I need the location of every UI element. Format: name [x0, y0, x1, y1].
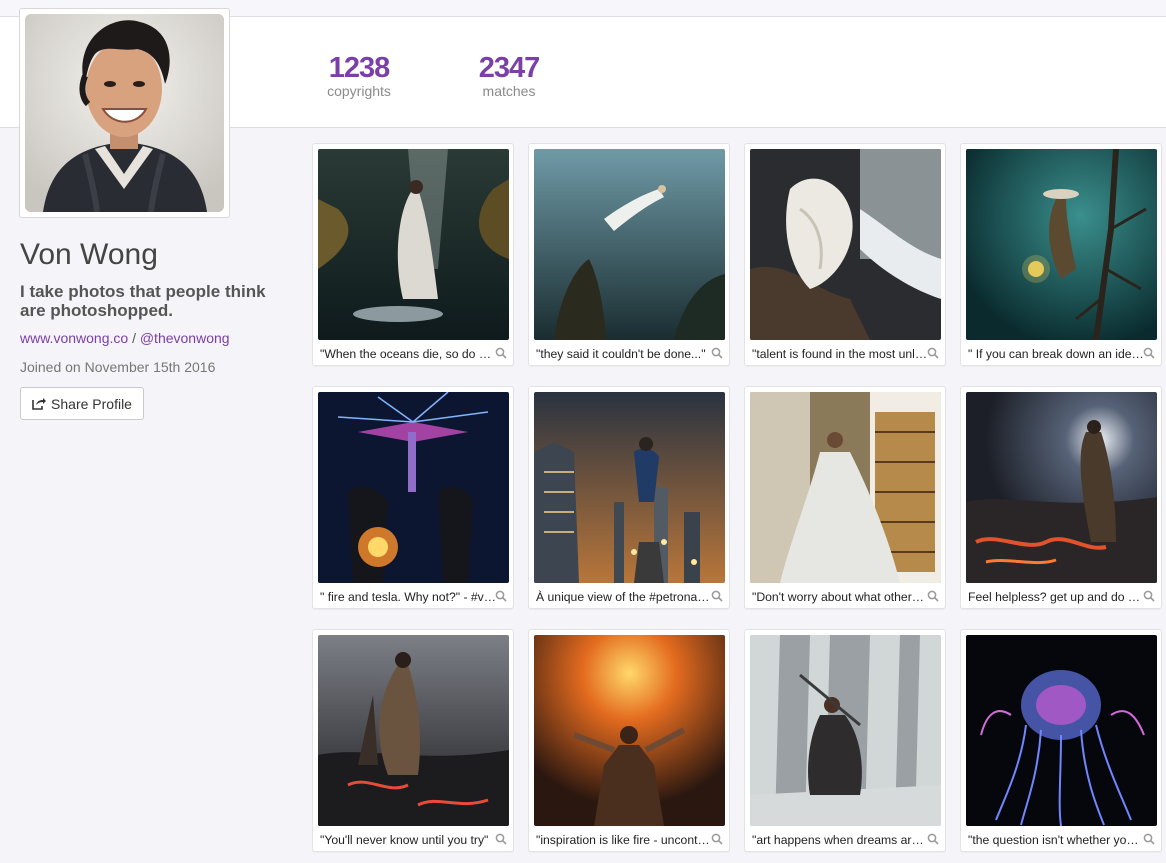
photo-caption: " fire and tesla. Why not?" - #vonwong: [320, 590, 496, 604]
magnifier-icon[interactable]: [711, 833, 723, 845]
magnifier-icon[interactable]: [1143, 590, 1155, 602]
avatar-frame: [19, 8, 230, 218]
photo-thumbnail[interactable]: [966, 392, 1157, 583]
photo-card[interactable]: Feel helpless? get up and do something: [960, 386, 1162, 609]
photo-card[interactable]: "the question isn't whether you can": [960, 629, 1162, 852]
photo-thumbnail[interactable]: [966, 149, 1157, 340]
photo-thumbnail[interactable]: [750, 149, 941, 340]
magnifier-icon[interactable]: [495, 833, 507, 845]
photo-thumbnail[interactable]: [534, 635, 725, 826]
photo-caption: "art happens when dreams are chased": [752, 833, 928, 847]
photo-caption: "they said it couldn't be done...": [536, 347, 706, 361]
photo-card[interactable]: "inspiration is like fire - uncontrollab…: [528, 629, 730, 852]
photo-thumbnail[interactable]: [534, 149, 725, 340]
photo-thumbnail[interactable]: [750, 635, 941, 826]
matches-count: 2347: [478, 52, 541, 84]
photo-caption: "You'll never know until you try": [320, 833, 489, 847]
photo-card[interactable]: "talent is found in the most unlikely pl…: [744, 143, 946, 366]
photo-caption: "inspiration is like fire - uncontrollab…: [536, 833, 712, 847]
photo-caption: Feel helpless? get up and do something: [968, 590, 1144, 604]
profile-name: Von Wong: [20, 238, 158, 271]
photo-card[interactable]: "art happens when dreams are chased": [744, 629, 946, 852]
profile-links: www.vonwong.co / @thevonwong: [20, 330, 230, 346]
share-profile-button[interactable]: Share Profile: [20, 387, 144, 420]
magnifier-icon[interactable]: [495, 347, 507, 359]
photo-caption: À unique view of the #petronas towers: [536, 590, 712, 604]
profile-bio: I take photos that people think are phot…: [20, 282, 266, 320]
photo-card[interactable]: "Don't worry about what others think": [744, 386, 946, 609]
website-link[interactable]: www.vonwong.co: [20, 330, 128, 346]
magnifier-icon[interactable]: [927, 590, 939, 602]
photo-thumbnail[interactable]: [318, 392, 509, 583]
avatar: [25, 14, 224, 212]
photo-caption: "the question isn't whether you can": [968, 833, 1144, 847]
matches-label: matches: [482, 83, 536, 99]
photo-thumbnail[interactable]: [750, 392, 941, 583]
photo-caption: "Don't worry about what others think": [752, 590, 928, 604]
magnifier-icon[interactable]: [495, 590, 507, 602]
magnifier-icon[interactable]: [927, 833, 939, 845]
joined-date: Joined on November 15th 2016: [20, 359, 216, 375]
photo-thumbnail[interactable]: [318, 635, 509, 826]
link-separator: /: [132, 330, 136, 346]
photo-card[interactable]: "When the oceans die, so do we...": [312, 143, 514, 366]
magnifier-icon[interactable]: [1143, 833, 1155, 845]
magnifier-icon[interactable]: [711, 590, 723, 602]
photo-caption: " If you can break down an idea...": [968, 347, 1144, 361]
twitter-handle-link[interactable]: @thevonwong: [140, 330, 230, 346]
photo-grid: "When the oceans die, so do we..." "they…: [312, 143, 1166, 863]
photo-card[interactable]: "they said it couldn't be done...": [528, 143, 730, 366]
copyrights-stat[interactable]: 1238 copyrights: [324, 53, 394, 99]
photo-card[interactable]: "You'll never know until you try": [312, 629, 514, 852]
photo-thumbnail[interactable]: [534, 392, 725, 583]
photo-caption: "talent is found in the most unlikely pl…: [752, 347, 928, 361]
share-icon: [32, 398, 47, 410]
copyrights-count: 1238: [328, 52, 391, 84]
share-profile-label: Share Profile: [51, 395, 132, 412]
copyrights-label: copyrights: [327, 83, 391, 99]
magnifier-icon[interactable]: [711, 347, 723, 359]
photo-thumbnail[interactable]: [966, 635, 1157, 826]
photo-card[interactable]: " If you can break down an idea...": [960, 143, 1162, 366]
photo-caption: "When the oceans die, so do we...": [320, 347, 496, 361]
matches-stat[interactable]: 2347 matches: [474, 53, 544, 99]
magnifier-icon[interactable]: [1143, 347, 1155, 359]
photo-thumbnail[interactable]: [318, 149, 509, 340]
photo-card[interactable]: " fire and tesla. Why not?" - #vonwong: [312, 386, 514, 609]
magnifier-icon[interactable]: [927, 347, 939, 359]
photo-card[interactable]: À unique view of the #petronas towers: [528, 386, 730, 609]
